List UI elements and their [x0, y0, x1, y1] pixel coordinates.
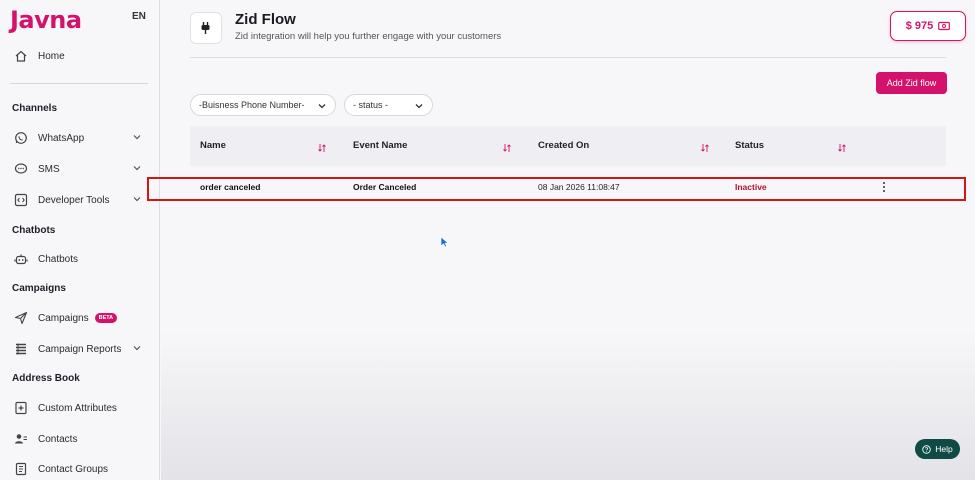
column-header-created-on[interactable]: Created On: [538, 140, 589, 151]
javna-logo[interactable]: Javna: [10, 6, 82, 34]
status-filter-value: - status -: [353, 100, 389, 110]
contact-book-icon: [12, 460, 30, 478]
chevron-down-icon: [132, 343, 142, 356]
report-list-icon: [12, 340, 30, 358]
table-row[interactable]: order canceled Order Canceled 08 Jan 202…: [190, 177, 946, 197]
sidebar-item-sms[interactable]: SMS: [12, 157, 152, 181]
help-label: Help: [935, 444, 953, 454]
business-phone-filter[interactable]: -Buisness Phone Number-: [190, 94, 336, 116]
main-content: Zid Flow Zid integration will help you f…: [161, 0, 975, 480]
column-header-status[interactable]: Status: [735, 140, 764, 151]
robot-icon: [12, 250, 30, 268]
sidebar-item-whatsapp[interactable]: WhatsApp: [12, 126, 152, 150]
mouse-cursor-icon: [440, 235, 449, 253]
sidebar-item-label: Contacts: [38, 433, 78, 445]
sidebar-item-label: Campaigns: [38, 312, 89, 324]
plug-icon: [190, 12, 222, 44]
section-title-campaigns: Campaigns: [12, 283, 66, 294]
chevron-down-icon: [132, 194, 142, 207]
more-options-icon[interactable]: [881, 180, 887, 196]
sidebar-item-campaign-reports[interactable]: Campaign Reports: [12, 337, 152, 361]
chat-bubble-icon: [12, 160, 30, 178]
header-divider: [190, 57, 946, 58]
language-switch[interactable]: EN: [132, 11, 146, 22]
users-icon: [12, 430, 30, 448]
add-square-icon: [12, 399, 30, 417]
sidebar: Javna EN Home Channels WhatsApp SMS Deve…: [0, 0, 160, 480]
sidebar-item-label: Contact Groups: [38, 463, 109, 475]
sidebar-item-developer-tools[interactable]: Developer Tools: [12, 188, 152, 212]
wallet-icon: [938, 21, 951, 31]
status-badge: Inactive: [735, 182, 767, 192]
send-icon: [12, 309, 30, 327]
balance-amount: $ 975: [905, 20, 934, 32]
help-button[interactable]: Help: [915, 439, 960, 459]
sidebar-item-contact-groups[interactable]: Contact Groups: [12, 457, 152, 480]
chevron-down-icon: [132, 132, 142, 145]
section-title-channels: Channels: [12, 103, 58, 114]
business-phone-filter-value: -Buisness Phone Number-: [199, 100, 305, 110]
help-icon: [922, 444, 931, 454]
chevron-down-icon: [317, 101, 327, 113]
sidebar-item-label: Campaign Reports: [38, 343, 122, 355]
sort-icon[interactable]: [838, 140, 846, 158]
page-title: Zid Flow: [235, 11, 296, 28]
sidebar-item-label: Custom Attributes: [38, 402, 117, 414]
row-created-on: 08 Jan 2026 11:08:47: [538, 182, 620, 192]
balance-button[interactable]: $ 975: [890, 11, 966, 41]
sort-icon[interactable]: [318, 140, 326, 158]
sidebar-item-label: Chatbots: [38, 253, 79, 265]
sidebar-item-campaigns[interactable]: Campaigns BETA: [12, 306, 152, 330]
sort-icon[interactable]: [503, 140, 511, 158]
sidebar-item-chatbots[interactable]: Chatbots: [12, 247, 152, 271]
chevron-down-icon: [414, 101, 424, 113]
sidebar-item-label: Home: [38, 50, 65, 62]
sidebar-item-home[interactable]: Home: [12, 44, 152, 68]
code-icon: [12, 191, 30, 209]
beta-badge: BETA: [94, 313, 118, 323]
page-subtitle: Zid integration will help you further en…: [235, 31, 502, 42]
whatsapp-icon: [12, 129, 30, 147]
column-header-event-name[interactable]: Event Name: [353, 140, 407, 151]
column-header-name[interactable]: Name: [200, 140, 226, 151]
divider: [10, 83, 148, 84]
sort-icon[interactable]: [701, 140, 709, 158]
sidebar-item-label: SMS: [38, 163, 60, 175]
add-zid-flow-button[interactable]: Add Zid flow: [876, 72, 947, 94]
sidebar-item-label: Developer Tools: [38, 194, 110, 206]
home-icon: [12, 47, 30, 65]
section-title-address-book: Address Book: [12, 373, 80, 384]
table-header: Name Event Name Created On Status: [190, 126, 946, 166]
status-filter[interactable]: - status -: [344, 94, 433, 116]
sidebar-item-custom-attributes[interactable]: Custom Attributes: [12, 396, 152, 420]
row-event-name: Order Canceled: [353, 182, 417, 192]
chevron-down-icon: [132, 163, 142, 176]
row-name: order canceled: [200, 182, 261, 192]
sidebar-item-contacts[interactable]: Contacts: [12, 427, 152, 451]
sidebar-item-label: WhatsApp: [38, 132, 85, 144]
section-title-chatbots: Chatbots: [12, 225, 56, 236]
